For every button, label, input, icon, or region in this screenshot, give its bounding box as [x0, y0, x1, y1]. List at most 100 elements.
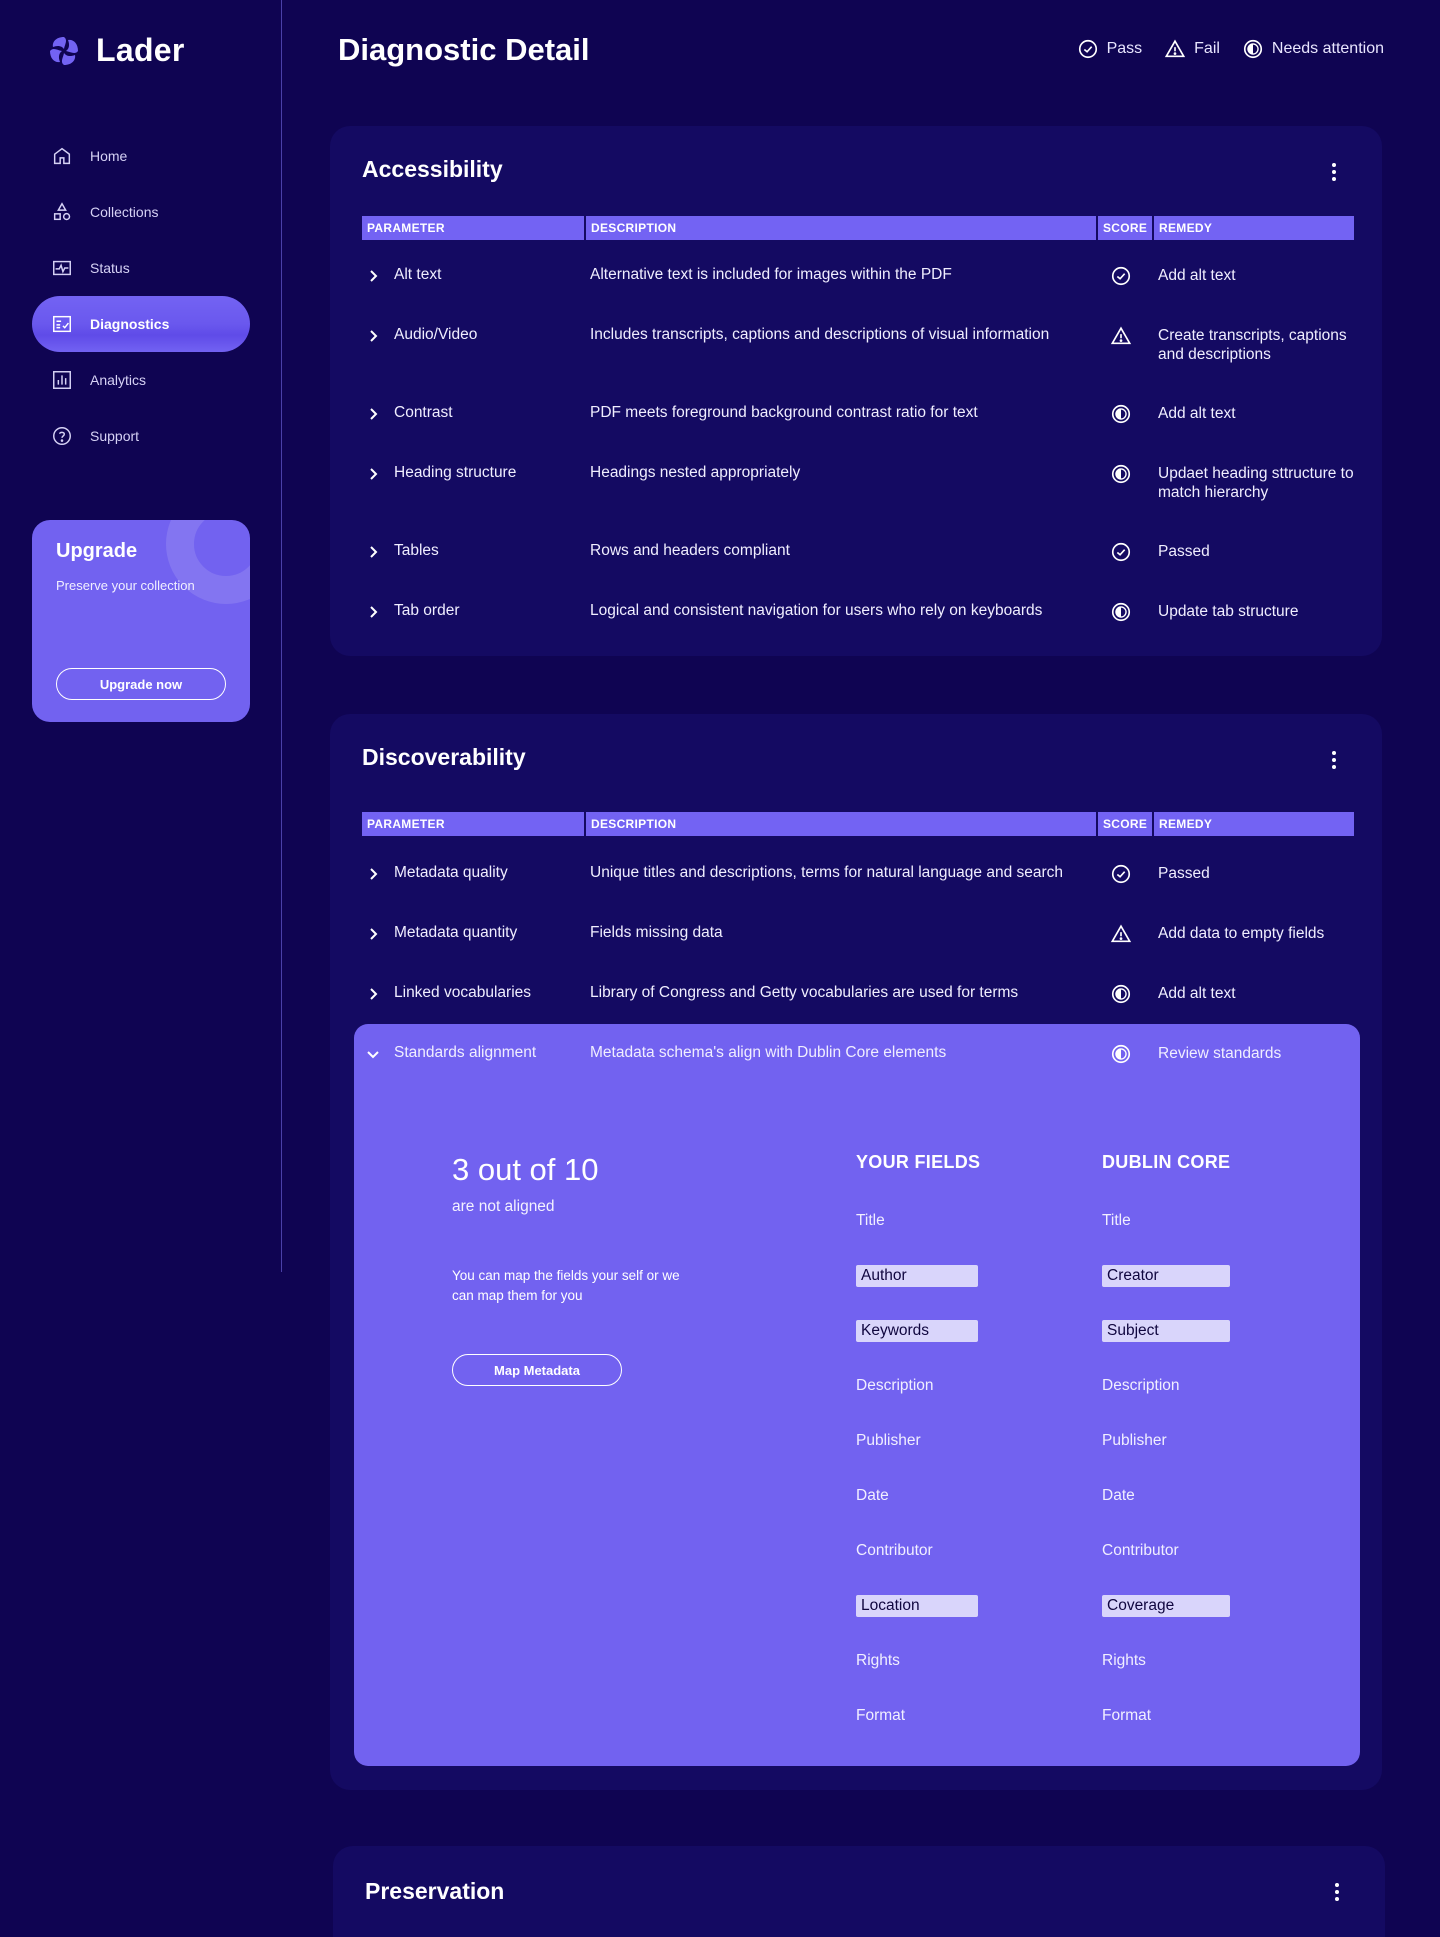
nav-item-home[interactable]: Home — [32, 128, 250, 184]
nav-label: Home — [90, 148, 128, 164]
nav-item-diagnostics[interactable]: Diagnostics — [32, 296, 250, 352]
row-parameter: Heading structure — [394, 464, 517, 481]
page-title: Diagnostic Detail — [338, 32, 590, 67]
map-metadata-button[interactable]: Map Metadata — [452, 1354, 622, 1386]
table-header: PARAMETER DESCRIPTION SCORE REMEDY — [362, 216, 1356, 240]
chevron-right-icon[interactable] — [366, 924, 382, 944]
sidebar: Lader Home Collections Status Diagnostic… — [0, 0, 282, 1937]
column-score: SCORE — [1098, 812, 1152, 836]
chevron-down-icon[interactable] — [366, 1044, 382, 1064]
dublin-core-field: Format — [1102, 1707, 1152, 1724]
main-nav: Home Collections Status Diagnostics Anal… — [32, 128, 250, 464]
dublin-core-field[interactable]: Subject — [1102, 1320, 1230, 1342]
legend-fail: Fail — [1164, 38, 1220, 60]
upgrade-subtitle: Preserve your collection — [56, 578, 195, 593]
chevron-right-icon[interactable] — [366, 464, 382, 484]
card-title: Accessibility — [362, 156, 503, 182]
nav-item-status[interactable]: Status — [32, 240, 250, 296]
row-parameter: Metadata quantity — [394, 924, 518, 941]
row-description: Unique titles and descriptions, terms fo… — [590, 864, 1064, 881]
your-field[interactable]: Keywords — [856, 1320, 978, 1342]
row-description: Rows and headers compliant — [590, 542, 790, 559]
sidebar-divider — [281, 0, 282, 1272]
row-parameter: Tab order — [394, 602, 460, 619]
logo[interactable]: Lader — [46, 32, 185, 69]
chevron-right-icon[interactable] — [366, 266, 382, 286]
alignment-stat-subtitle: are not aligned — [452, 1198, 555, 1215]
more-options-icon[interactable] — [1327, 1880, 1347, 1904]
check-circle-icon — [1110, 863, 1134, 887]
dublin-core-heading: DUBLIN CORE — [1102, 1152, 1231, 1172]
chevron-right-icon[interactable] — [366, 326, 382, 346]
legend-pass: Pass — [1077, 38, 1143, 60]
upgrade-card: Upgrade Preserve your collection Upgrade… — [32, 520, 250, 722]
your-field: Contributor — [856, 1542, 933, 1559]
your-field: Format — [856, 1707, 906, 1724]
chevron-right-icon[interactable] — [366, 602, 382, 622]
dublin-core-field: Contributor — [1102, 1542, 1179, 1559]
more-options-icon[interactable] — [1324, 160, 1344, 184]
mapping-note: You can map the fields your self or we c… — [452, 1268, 680, 1303]
help-icon — [50, 424, 74, 448]
check-circle-icon — [1110, 541, 1134, 565]
row-remedy: Add data to empty fields — [1158, 925, 1325, 942]
legend-label: Pass — [1106, 40, 1143, 57]
dublin-core-field: Date — [1102, 1487, 1135, 1504]
dublin-core-field: Description — [1102, 1377, 1180, 1394]
column-description: DESCRIPTION — [586, 216, 1096, 240]
row-description: Library of Congress and Getty vocabulari… — [590, 984, 1019, 1001]
row-parameter: Linked vocabularies — [394, 984, 532, 1001]
dublin-core-field: Rights — [1102, 1652, 1146, 1669]
row-description: PDF meets foreground background contrast… — [590, 404, 978, 421]
row-parameter: Metadata quality — [394, 864, 508, 881]
nav-label: Support — [90, 428, 140, 444]
your-field: Date — [856, 1487, 889, 1504]
chevron-right-icon[interactable] — [366, 404, 382, 424]
warning-triangle-icon — [1110, 325, 1134, 349]
legend-needs-attention: Needs attention — [1242, 38, 1384, 60]
more-options-icon[interactable] — [1324, 748, 1344, 772]
your-field[interactable]: Location — [856, 1595, 978, 1617]
row-description: Alternative text is included for images … — [590, 266, 952, 283]
chevron-right-icon[interactable] — [366, 984, 382, 1004]
row-remedy: Update tab structure — [1158, 603, 1299, 620]
nav-item-collections[interactable]: Collections — [32, 184, 250, 240]
half-circle-icon — [1110, 601, 1134, 625]
row-parameter: Tables — [394, 542, 439, 559]
half-circle-icon — [1110, 403, 1134, 427]
chevron-right-icon[interactable] — [366, 864, 382, 884]
nav-item-analytics[interactable]: Analytics — [32, 352, 250, 408]
half-circle-icon — [1110, 1043, 1134, 1067]
row-remedy: Add alt text — [1158, 405, 1236, 422]
check-circle-icon — [1110, 265, 1134, 289]
warning-triangle-icon — [1165, 39, 1186, 58]
bar-chart-icon — [50, 368, 74, 392]
column-remedy: REMEDY — [1154, 216, 1354, 240]
row-remedy: Create transcripts, captions and descrip… — [1158, 327, 1347, 363]
card-title: Discoverability — [362, 744, 526, 770]
card-title: Preservation — [365, 1878, 505, 1904]
dublin-core-field[interactable]: Creator — [1102, 1265, 1230, 1287]
upgrade-now-button[interactable]: Upgrade now — [56, 668, 226, 700]
your-field[interactable]: Author — [856, 1265, 978, 1287]
nav-label: Collections — [90, 204, 159, 220]
your-field: Description — [856, 1377, 934, 1394]
half-circle-icon — [1110, 983, 1134, 1007]
nav-item-support[interactable]: Support — [32, 408, 250, 464]
chevron-right-icon[interactable] — [366, 542, 382, 562]
dublin-core-field: Publisher — [1102, 1432, 1167, 1449]
discoverability-card: Discoverability PARAMETER DESCRIPTION SC… — [330, 714, 1382, 1790]
score-legend: Pass Fail Needs attention — [1055, 38, 1384, 60]
row-remedy: Add alt text — [1158, 985, 1236, 1002]
dublin-core-field[interactable]: Coverage — [1102, 1595, 1230, 1617]
nav-label: Status — [90, 260, 130, 276]
your-field: Title — [856, 1212, 885, 1229]
row-parameter: Audio/Video — [394, 326, 478, 343]
row-description: Includes transcripts, captions and descr… — [590, 326, 1050, 343]
row-description: Metadata schema's align with Dublin Core… — [590, 1044, 947, 1061]
nav-label: Analytics — [90, 372, 147, 388]
upgrade-title: Upgrade — [56, 540, 138, 562]
accessibility-card: Accessibility PARAMETER DESCRIPTION SCOR… — [330, 126, 1382, 656]
row-description: Headings nested appropriately — [590, 464, 801, 481]
check-circle-icon — [1078, 39, 1097, 59]
